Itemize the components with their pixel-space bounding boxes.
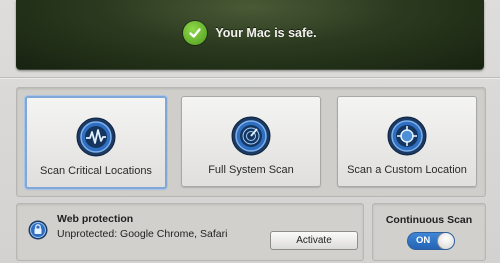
scan-custom-location-button[interactable]: Scan a Custom Location	[337, 96, 477, 187]
scan-button-label: Full System Scan	[208, 164, 294, 176]
web-protection-status: Unprotected: Google Chrome, Safari	[57, 228, 228, 240]
continuous-scan-panel: Continuous Scan ON	[372, 203, 486, 261]
web-protection-title: Web protection	[57, 213, 134, 225]
toggle-state-label: ON	[416, 235, 431, 246]
scan-critical-locations-button[interactable]: Scan Critical Locations	[25, 96, 167, 189]
status-text: Your Mac is safe.	[215, 26, 317, 40]
activate-button[interactable]: Activate	[270, 231, 358, 250]
divider	[0, 77, 500, 78]
shield-icon	[28, 220, 48, 240]
target-icon	[386, 115, 428, 157]
radar-icon	[230, 115, 272, 157]
continuous-scan-toggle[interactable]: ON	[407, 232, 455, 250]
status-banner: Your Mac is safe.	[16, 0, 484, 70]
toggle-knob[interactable]	[437, 233, 454, 249]
main-window: Your Mac is safe. Scan Critical Location…	[0, 0, 500, 263]
full-system-scan-button[interactable]: Full System Scan	[181, 96, 321, 187]
scan-button-label: Scan a Custom Location	[347, 164, 467, 176]
continuous-scan-title: Continuous Scan	[385, 214, 473, 226]
status-indicator: Your Mac is safe.	[16, 20, 484, 46]
scan-options-panel: Scan Critical Locations Full System Scan	[16, 87, 486, 197]
checkmark-icon	[183, 21, 208, 45]
scan-button-label: Scan Critical Locations	[40, 165, 152, 177]
web-protection-panel: Web protection Unprotected: Google Chrom…	[16, 203, 364, 261]
pulse-icon	[75, 116, 117, 158]
